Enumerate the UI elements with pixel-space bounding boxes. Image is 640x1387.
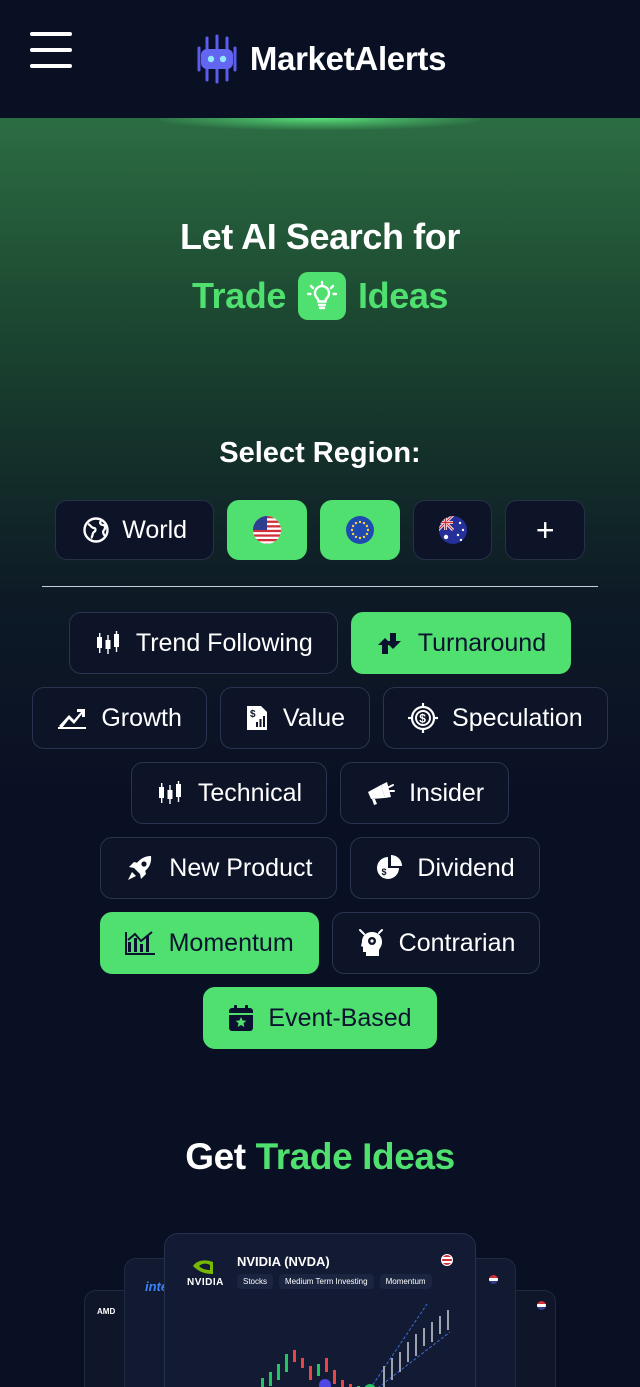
hero-word-ideas: Ideas (358, 275, 449, 316)
eu-flag-icon (345, 516, 374, 544)
globe-icon (83, 517, 109, 543)
strategy-selector: Trend Following Turnaround Growth $ Valu… (30, 612, 610, 1049)
hero-word-trade: Trade (191, 275, 286, 316)
hero-headline: Let AI Search for (180, 216, 460, 257)
svg-text:$: $ (382, 867, 387, 877)
strategy-label: Trend Following (135, 628, 313, 657)
card-nvidia[interactable]: NVIDIA NVIDIA (NVDA) Stocks Medium Term … (164, 1233, 476, 1387)
get-prefix: Get (185, 1136, 246, 1177)
strategy-dividend[interactable]: $ Dividend (350, 837, 540, 899)
au-flag-icon (438, 516, 467, 544)
get-accent: Trade Ideas (255, 1136, 456, 1177)
hero-headline-accent: Trade Ideas (0, 272, 640, 320)
dividend-coins-icon: $ (377, 855, 403, 879)
strategy-event-based[interactable]: Event-Based (203, 987, 437, 1049)
strategy-contrarian[interactable]: Contrarian (331, 912, 541, 974)
brand-name: MarketAlerts (249, 40, 447, 77)
strategy-label: Momentum (168, 928, 294, 957)
get-trade-ideas-title: Get Trade Ideas (0, 1136, 640, 1178)
section-divider (42, 586, 598, 587)
target-dollar-icon: $ (408, 703, 439, 733)
card-title: NVIDIA (NVDA) (237, 1254, 330, 1269)
card-tag: Momentum (379, 1274, 432, 1289)
megaphone-icon (368, 782, 396, 805)
strategy-momentum[interactable]: Momentum (99, 912, 319, 974)
momentum-chart-icon (124, 931, 155, 955)
trade-idea-cards-preview: AMD intel NVIDIA NVIDIA (NVDA) Stocks Me… (0, 1230, 640, 1387)
region-world-button[interactable]: World (55, 500, 215, 560)
strategy-label: Turnaround (417, 628, 547, 657)
strategy-label: New Product (169, 853, 313, 882)
strategy-label: Value (282, 703, 346, 732)
strategy-new-product[interactable]: New Product (100, 837, 338, 899)
strategy-label: Dividend (417, 853, 515, 882)
card-tags: Stocks Medium Term Investing Momentum (237, 1274, 432, 1289)
app-header: MarketAlerts (0, 0, 640, 118)
turnaround-arrows-icon (377, 633, 401, 654)
us-flag-mini-icon (537, 1301, 546, 1310)
strategy-trend-following[interactable]: Trend Following (68, 612, 338, 674)
growth-chart-icon (58, 709, 87, 729)
card-tag: Stocks (237, 1274, 274, 1289)
nvidia-logo-icon (193, 1260, 213, 1274)
value-report-icon: $ (246, 706, 267, 730)
plus-icon: + (535, 512, 555, 548)
contrarian-head-icon (358, 929, 383, 956)
calendar-star-icon (229, 1005, 254, 1031)
strategy-label: Growth (101, 703, 182, 732)
brand-logo[interactable]: MarketAlerts (194, 34, 446, 84)
region-eu-button[interactable] (320, 500, 400, 560)
region-selector: World + (55, 500, 586, 560)
strategy-label: Event-Based (268, 1003, 412, 1032)
strategy-label: Insider (409, 778, 485, 807)
card-tag: Medium Term Investing (279, 1274, 374, 1289)
strategy-label: Speculation (452, 703, 583, 732)
region-label: Select Region: (219, 437, 421, 469)
rocket-icon (128, 856, 152, 880)
strategy-technical[interactable]: Technical (130, 762, 328, 824)
logo-mark-icon (197, 34, 237, 84)
strategy-speculation[interactable]: $ Speculation (383, 687, 608, 749)
region-world-label: World (122, 515, 188, 544)
lightbulb-icon (298, 272, 346, 320)
nvidia-wordmark: NVIDIA (187, 1277, 224, 1288)
hamburger-menu-icon[interactable] (30, 32, 72, 68)
hero-glow (160, 118, 480, 130)
region-more-button[interactable]: + (505, 500, 586, 560)
us-flag-mini-icon (489, 1275, 498, 1284)
us-flag-icon (253, 516, 282, 544)
candlestick-icon (158, 781, 181, 804)
region-au-button[interactable] (412, 500, 493, 560)
svg-text:$: $ (419, 712, 426, 726)
amd-logo: AMD (97, 1307, 116, 1316)
strategy-label: Technical (197, 778, 303, 807)
strategy-growth[interactable]: Growth (32, 687, 207, 749)
strategy-label: Contrarian (398, 928, 516, 957)
card-candlestick-chart (261, 1303, 451, 1387)
strategy-insider[interactable]: Insider (340, 762, 510, 824)
svg-text:$: $ (250, 709, 256, 720)
strategy-turnaround[interactable]: Turnaround (350, 612, 572, 674)
strategy-value[interactable]: $ Value (219, 687, 371, 749)
region-us-button[interactable] (227, 500, 307, 560)
us-flag-mini-icon (441, 1254, 453, 1266)
candlestick-icon (96, 631, 119, 654)
